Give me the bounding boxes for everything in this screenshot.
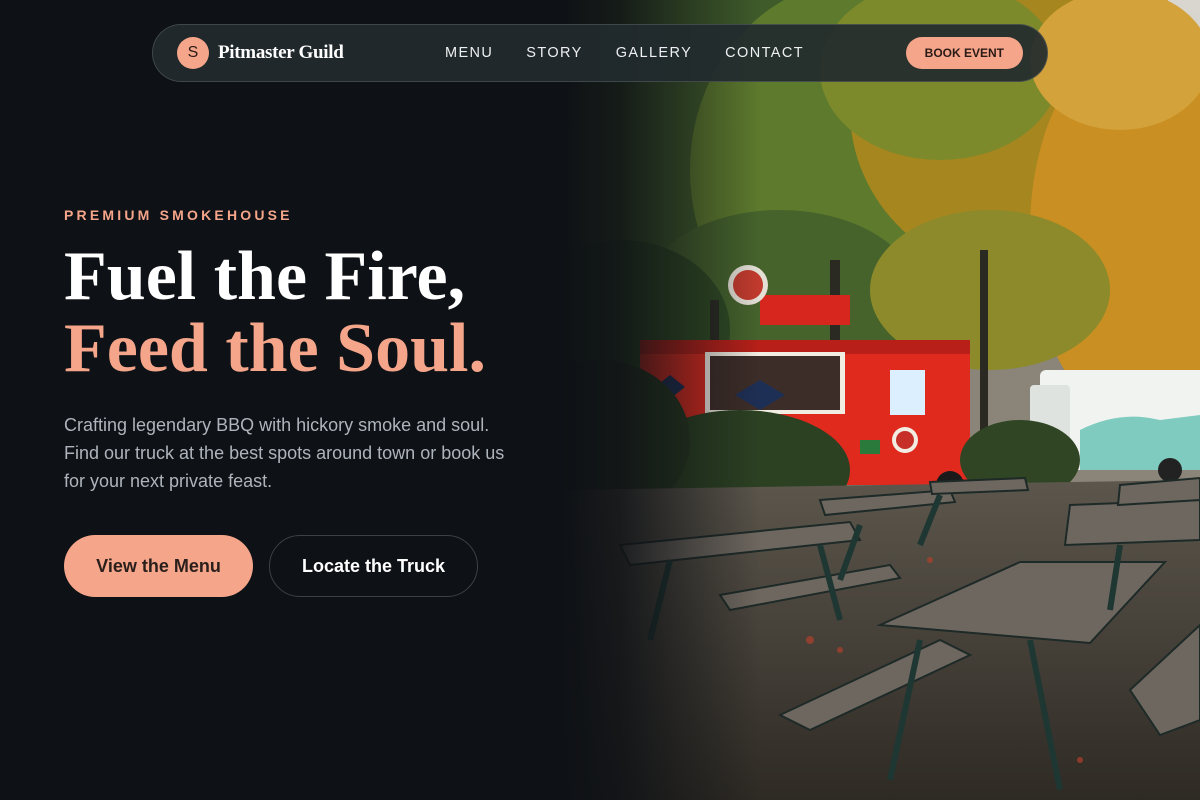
hero-description: Crafting legendary BBQ with hickory smok… [64,415,505,491]
nav-links: MENU STORY GALLERY CONTACT [445,25,804,81]
hero-headline: Fuel the Fire, Feed the Soul. [64,241,486,385]
nav-link-contact[interactable]: CONTACT [725,45,804,61]
nav-link-menu[interactable]: MENU [445,45,493,61]
view-menu-button[interactable]: View the Menu [64,535,253,597]
hero-eyebrow: PREMIUM SMOKEHOUSE [64,207,293,223]
brand-name: Pitmaster Guild [218,42,344,63]
headline-line-2: Feed the Soul. [64,310,486,387]
top-navigation: S Pitmaster Guild MENU STORY GALLERY CON… [152,24,1048,82]
brand[interactable]: S Pitmaster Guild [177,37,344,69]
photo-gradient-overlay [560,0,760,800]
book-event-button[interactable]: BOOK EVENT [905,37,1023,69]
headline-line-1: Fuel the Fire, [64,238,466,315]
brand-logo-icon: S [177,37,209,69]
nav-link-story[interactable]: STORY [526,45,582,61]
locate-truck-button[interactable]: Locate the Truck [269,535,478,597]
nav-link-gallery[interactable]: GALLERY [616,45,692,61]
